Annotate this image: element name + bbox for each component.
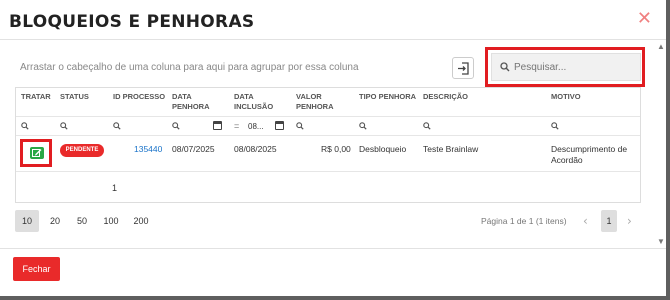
table-row[interactable]: PENDENTE 135440 08/07/2025 08/08/2025 R$… bbox=[16, 137, 640, 172]
column-header-label: PENHORA bbox=[172, 102, 210, 111]
page-size-option[interactable]: 20 bbox=[43, 210, 67, 232]
next-page-icon[interactable]: › bbox=[627, 214, 632, 228]
modal-title: BLOQUEIOS E PENHORAS bbox=[9, 12, 255, 32]
pager: 10 20 50 100 200 Página 1 de 1 (1 itens)… bbox=[15, 210, 641, 234]
filter-search-icon[interactable] bbox=[21, 122, 29, 130]
bloqueios-penhoras-modal: BLOQUEIOS E PENHORAS ✕ ▲ ▼ Arrastar o ca… bbox=[0, 0, 666, 296]
edit-highlight bbox=[20, 139, 52, 167]
column-header-data-inclusao[interactable]: DATA INCLUSÃO bbox=[234, 92, 273, 112]
filter-search-icon[interactable] bbox=[359, 122, 367, 130]
prev-page-icon[interactable]: ‹ bbox=[583, 214, 588, 228]
column-header-label: DATA bbox=[234, 92, 254, 101]
column-header-label: ID PROCESSO bbox=[113, 92, 166, 101]
motivo-cell: Descumprimento de Acordão bbox=[551, 144, 627, 166]
filter-search-icon[interactable] bbox=[551, 122, 559, 130]
column-header-label: PENHORA bbox=[296, 102, 334, 111]
id-processo-link[interactable]: 135440 bbox=[134, 144, 162, 154]
filter-inclusao-input[interactable]: 08... bbox=[248, 122, 264, 131]
page-size-option[interactable]: 10 bbox=[15, 210, 39, 232]
search-icon bbox=[500, 62, 510, 72]
column-header-label: DESCRIÇÃO bbox=[423, 92, 469, 101]
motivo-line: Descumprimento de bbox=[551, 144, 628, 154]
search-input[interactable] bbox=[514, 59, 634, 75]
filter-row: = 08... bbox=[16, 116, 640, 136]
column-header-tratar[interactable]: TRATAR bbox=[21, 92, 51, 102]
descricao-cell: Teste Brainlaw bbox=[423, 144, 479, 154]
calendar-icon[interactable] bbox=[275, 121, 284, 130]
column-header-data-penhora[interactable]: DATA PENHORA bbox=[172, 92, 210, 112]
column-header-label: STATUS bbox=[60, 92, 89, 101]
total-count: 1 bbox=[112, 183, 118, 193]
page-info: Página 1 de 1 (1 itens) bbox=[481, 216, 567, 226]
data-inclusao-cell: 08/08/2025 bbox=[234, 144, 277, 154]
page-size-option[interactable]: 50 bbox=[70, 210, 94, 232]
filter-operator-equals[interactable]: = bbox=[234, 121, 239, 131]
column-header-valor-penhora[interactable]: VALOR PENHORA bbox=[296, 92, 334, 112]
modal-header: BLOQUEIOS E PENHORAS ✕ bbox=[0, 0, 666, 40]
page-number[interactable]: 1 bbox=[601, 210, 617, 232]
column-header-label: TRATAR bbox=[21, 92, 51, 101]
column-header-label: TIPO PENHORA bbox=[359, 92, 417, 101]
filter-search-icon[interactable] bbox=[423, 122, 431, 130]
column-header-label: MOTIVO bbox=[551, 92, 581, 101]
column-header-label: VALOR bbox=[296, 92, 322, 101]
column-header-label: INCLUSÃO bbox=[234, 102, 274, 111]
page-size-option[interactable]: 100 bbox=[99, 210, 123, 232]
close-icon[interactable]: ✕ bbox=[637, 8, 652, 29]
tipo-penhora-cell: Desbloqueio bbox=[359, 144, 407, 154]
filter-search-icon[interactable] bbox=[60, 122, 68, 130]
data-penhora-cell: 08/07/2025 bbox=[172, 144, 215, 154]
column-header-status[interactable]: STATUS bbox=[60, 92, 89, 102]
valor-penhora-cell: R$ 0,00 bbox=[321, 144, 351, 154]
edit-icon bbox=[32, 149, 42, 157]
scroll-up-arrow-icon[interactable]: ▲ bbox=[657, 42, 665, 51]
status-badge: PENDENTE bbox=[60, 144, 104, 157]
edit-button[interactable] bbox=[30, 147, 44, 159]
column-header-descricao[interactable]: DESCRIÇÃO bbox=[423, 92, 468, 102]
filter-search-icon[interactable] bbox=[113, 122, 121, 130]
column-header-tipo-penhora[interactable]: TIPO PENHORA bbox=[359, 92, 416, 102]
filter-search-icon[interactable] bbox=[296, 122, 304, 130]
close-button[interactable]: Fechar bbox=[13, 257, 60, 281]
calendar-icon[interactable] bbox=[213, 121, 222, 130]
page-size-option[interactable]: 200 bbox=[129, 210, 153, 232]
column-header-motivo[interactable]: MOTIVO bbox=[551, 92, 581, 102]
export-icon bbox=[458, 62, 469, 75]
export-button[interactable] bbox=[452, 57, 474, 79]
search-field[interactable] bbox=[491, 53, 641, 81]
motivo-line: Acordão bbox=[551, 155, 583, 165]
modal-footer: Fechar bbox=[0, 248, 666, 296]
filter-search-icon[interactable] bbox=[172, 122, 180, 130]
data-grid: TRATAR STATUS ID PROCESSO DATA PENHORA DA… bbox=[15, 87, 641, 203]
column-header-id-processo[interactable]: ID PROCESSO bbox=[113, 92, 165, 102]
group-panel-hint: Arrastar o cabeçalho de uma coluna para … bbox=[20, 62, 359, 73]
search-highlight bbox=[485, 47, 645, 87]
column-header-label: DATA bbox=[172, 92, 192, 101]
vertical-scrollbar[interactable]: ▲ ▼ bbox=[656, 40, 666, 250]
scroll-down-arrow-icon[interactable]: ▼ bbox=[657, 237, 665, 246]
